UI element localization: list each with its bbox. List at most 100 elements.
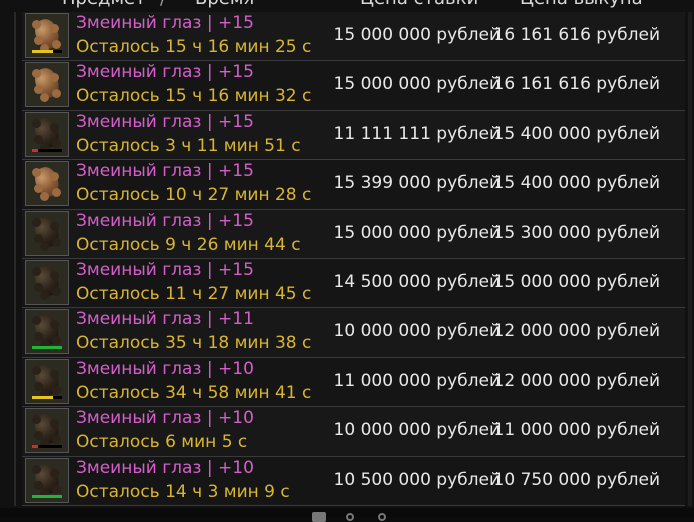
item-slot[interactable] — [25, 13, 69, 58]
durability-fill — [32, 346, 62, 350]
lot-list: Змеиный глаз | +15 Осталось 15 ч 16 мин 2… — [22, 12, 685, 506]
item-name: Змеиный глаз | +10 — [76, 408, 254, 429]
gem-facet-icon — [40, 241, 49, 251]
item-slot[interactable] — [25, 259, 69, 305]
page-indicator-icon[interactable] — [378, 513, 386, 521]
auction-panel: Предмет / Время Цена ставки Цена выкупа … — [0, 0, 694, 522]
durability-bar — [32, 494, 62, 498]
list-left-border — [14, 12, 16, 506]
page-indicator-icon[interactable] — [346, 513, 354, 521]
gem-facet-icon — [52, 138, 61, 148]
item-slot[interactable] — [25, 161, 69, 207]
item-name: Змеиный глаз | +15 — [76, 210, 254, 231]
gem-facet-icon — [50, 24, 59, 33]
gem-facet-icon — [52, 484, 61, 494]
bid-price: 15 000 000 рублей — [333, 74, 500, 95]
buyout-price: 12 000 000 рублей — [493, 370, 660, 391]
gem-facet-icon — [32, 118, 41, 128]
item-name: Змеиный глаз | +15 — [76, 259, 254, 280]
buyout-price: 15 000 000 рублей — [493, 271, 660, 292]
item-slot[interactable] — [25, 309, 69, 355]
durability-fill — [32, 50, 53, 53]
table-row[interactable]: Змеиный глаз | +11 Осталось 35 ч 18 мин 3… — [22, 308, 685, 358]
header-bid-price[interactable]: Цена ставки — [360, 0, 478, 9]
gem-facet-icon — [52, 40, 61, 49]
bid-price: 15 000 000 рублей — [333, 222, 500, 243]
table-row[interactable]: Змеиный глаз | +15 Осталось 11 ч 27 мин 4… — [22, 258, 685, 309]
buyout-price: 11 000 000 рублей — [493, 420, 660, 441]
table-row[interactable]: Змеиный глаз | +10 Осталось 6 мин 5 с 10 0… — [22, 407, 685, 457]
bid-price: 15 399 000 рублей — [333, 173, 500, 194]
item-slot[interactable] — [25, 62, 69, 108]
gem-facet-icon — [52, 286, 61, 296]
scrollbar[interactable] — [688, 12, 692, 506]
time-remaining: Осталось 11 ч 27 мин 45 с — [76, 283, 312, 304]
table-row[interactable]: Змеиный глаз | +15 Осталось 10 ч 27 мин 2… — [22, 160, 685, 210]
gem-facet-icon — [32, 464, 41, 474]
header-item[interactable]: Предмет — [62, 0, 146, 9]
gem-facet-icon — [50, 468, 59, 478]
bid-price: 14 500 000 рублей — [333, 271, 500, 292]
item-name: Змеиный глаз | +15 — [76, 13, 254, 33]
time-remaining: Осталось 15 ч 16 мин 25 с — [76, 37, 312, 57]
item-name: Змеиный глаз | +15 — [76, 161, 254, 182]
durability-fill — [32, 445, 38, 449]
table-row[interactable]: Змеиный глаз | +15 Осталось 15 ч 16 мин 2… — [22, 12, 685, 62]
gem-facet-icon — [32, 266, 41, 276]
item-name: Змеиный глаз | +11 — [76, 309, 254, 330]
table-row[interactable]: Змеиный глаз | +10 Осталось 34 ч 58 мин 4… — [22, 357, 685, 408]
bid-price: 10 000 000 рублей — [333, 321, 500, 342]
page-button[interactable] — [312, 512, 326, 522]
gem-facet-icon — [32, 217, 41, 227]
item-slot[interactable] — [25, 358, 69, 404]
gem-facet-icon — [50, 270, 59, 280]
time-remaining: Осталось 34 ч 58 мин 41 с — [76, 382, 312, 403]
gem-facet-icon — [40, 93, 49, 103]
gem-facet-icon — [32, 20, 41, 29]
table-header: Предмет / Время Цена ставки Цена выкупа — [0, 0, 694, 9]
table-row[interactable]: Змеиный глаз | +15 Осталось 3 ч 11 мин 51… — [22, 110, 685, 161]
table-row[interactable]: Змеиный глаз | +15 Осталось 15 ч 16 мин 3… — [22, 61, 685, 111]
time-remaining: Осталось 14 ч 3 мин 9 с — [76, 481, 290, 502]
buyout-price: 12 000 000 рублей — [493, 321, 660, 342]
buyout-price: 16 161 616 рублей — [493, 25, 660, 45]
item-slot[interactable] — [25, 457, 69, 503]
header-buyout-price[interactable]: Цена выкупа — [520, 0, 643, 9]
table-row[interactable]: Змеиный глаз | +10 Осталось 14 ч 3 мин 9 … — [22, 456, 685, 506]
buyout-price: 16 161 616 рублей — [493, 74, 660, 95]
item-name: Змеиный глаз | +10 — [76, 358, 254, 379]
item-slot[interactable] — [25, 210, 69, 256]
gem-facet-icon — [52, 237, 61, 247]
header-time[interactable]: Время — [195, 0, 254, 9]
durability-fill — [32, 395, 53, 399]
gem-facet-icon — [52, 385, 61, 395]
buyout-price: 15 400 000 рублей — [493, 173, 660, 194]
time-remaining: Осталось 35 ч 18 мин 38 с — [76, 333, 312, 354]
durability-bar — [32, 148, 62, 152]
durability-bar — [32, 395, 62, 399]
durability-fill — [32, 148, 38, 152]
gem-facet-icon — [52, 89, 61, 99]
time-remaining: Осталось 9 ч 26 мин 44 с — [76, 234, 301, 255]
item-name: Змеиный глаз | +15 — [76, 62, 254, 83]
time-remaining: Осталось 6 мин 5 с — [76, 432, 248, 453]
buyout-price: 15 300 000 рублей — [493, 222, 660, 243]
durability-bar — [32, 445, 62, 449]
header-divider: / — [160, 0, 166, 9]
table-row[interactable]: Змеиный глаз | +15 Осталось 9 ч 26 мин 44… — [22, 209, 685, 259]
item-slot[interactable] — [25, 111, 69, 157]
gem-facet-icon — [52, 188, 61, 198]
gem-facet-icon — [34, 233, 43, 243]
gem-facet-icon — [50, 221, 59, 231]
durability-bar — [32, 50, 62, 53]
durability-fill — [32, 494, 62, 498]
time-remaining: Осталось 10 ч 27 мин 28 с — [76, 185, 312, 206]
item-slot[interactable] — [25, 408, 69, 454]
gem-facet-icon — [40, 290, 49, 300]
time-remaining: Осталось 15 ч 16 мин 32 с — [76, 86, 312, 107]
item-name: Змеиный глаз | +15 — [76, 111, 254, 132]
durability-bar — [32, 346, 62, 350]
bid-price: 15 000 000 рублей — [333, 25, 500, 45]
gem-facet-icon — [50, 369, 59, 379]
buyout-price: 15 400 000 рублей — [493, 123, 660, 144]
